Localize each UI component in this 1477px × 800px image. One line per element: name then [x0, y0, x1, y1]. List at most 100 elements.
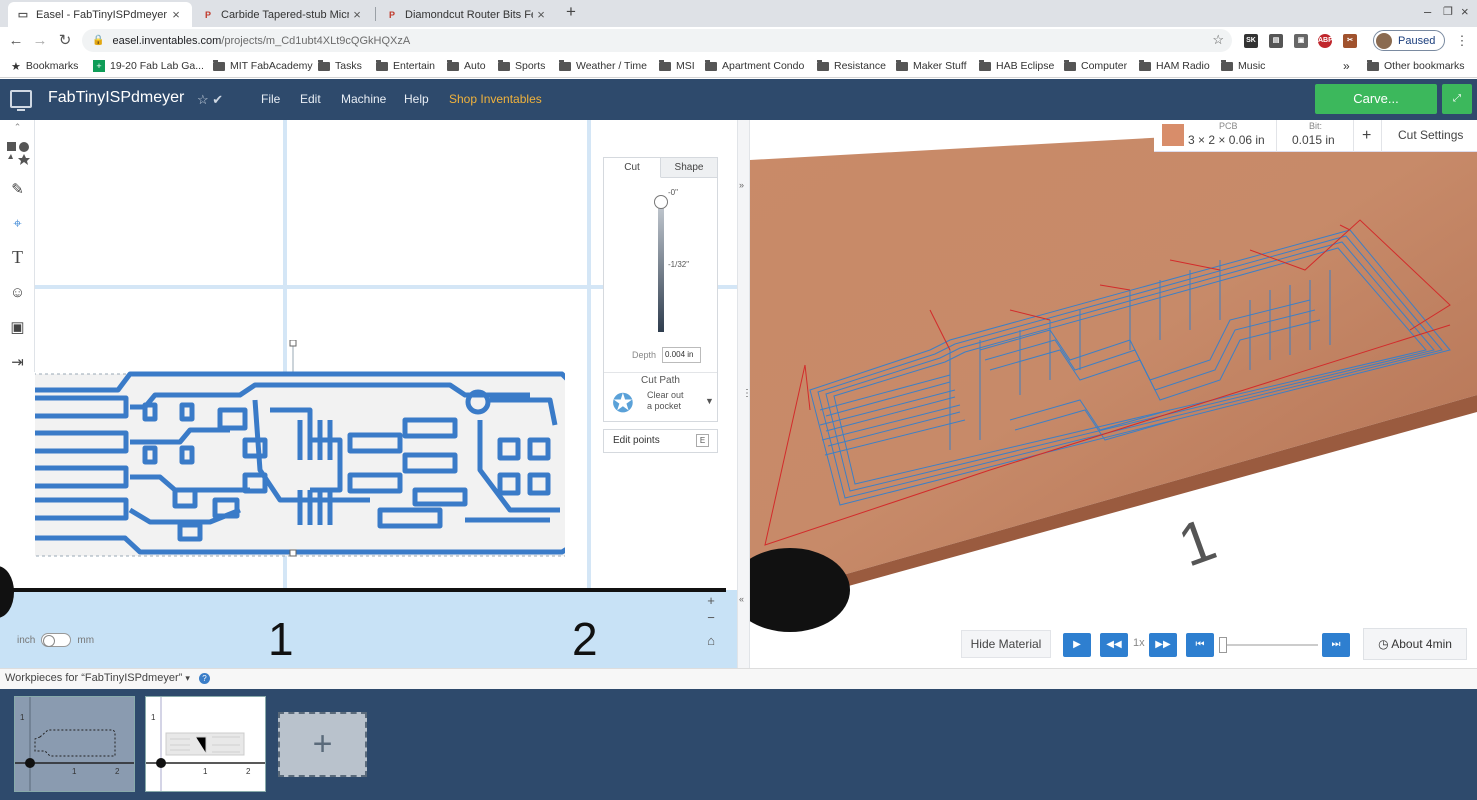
skip-start-icon[interactable]: ⏮: [1186, 633, 1214, 657]
cut-panel-tabs: Cut Shape: [604, 158, 717, 178]
depth-slider-handle[interactable]: [654, 195, 668, 209]
menu-machine[interactable]: Machine: [341, 92, 386, 106]
bookmark-folder-entertain[interactable]: Entertain: [376, 58, 435, 74]
bookmark-folder-computer[interactable]: Computer: [1064, 58, 1127, 74]
close-icon[interactable]: ×: [168, 7, 184, 22]
bookmark-folder-ham[interactable]: HAM Radio: [1139, 58, 1210, 74]
tab-cut[interactable]: Cut: [604, 158, 661, 178]
extension-save-icon[interactable]: ▣: [1294, 34, 1308, 48]
bookmark-folder-maker[interactable]: Maker Stuff: [896, 58, 967, 74]
back-icon[interactable]: ←: [6, 31, 26, 51]
text-icon[interactable]: T: [0, 240, 35, 274]
extension-abp-icon[interactable]: ABP: [1318, 34, 1333, 48]
bookmark-folder-sports[interactable]: Sports: [498, 58, 545, 74]
unit-switch[interactable]: [41, 633, 72, 647]
hide-material-button[interactable]: Hide Material: [961, 630, 1051, 658]
depth-input[interactable]: 0.004 in: [662, 347, 701, 363]
address-bar[interactable]: 🔒 easel.inventables.com/projects/m_Cd1ub…: [82, 29, 1232, 52]
close-window-icon[interactable]: ×: [1461, 4, 1469, 19]
fast-forward-icon[interactable]: ▶▶: [1149, 633, 1177, 657]
bookmark-folder-resistance[interactable]: Resistance: [817, 58, 886, 74]
material-selector[interactable]: PCB 3 × 2 × 0.06 in: [1154, 120, 1277, 152]
emoji-icon[interactable]: ☺: [0, 275, 35, 309]
menu-edit[interactable]: Edit: [300, 92, 321, 106]
tab-carbide[interactable]: P Carbide Tapered-stub Micro- ×: [193, 2, 373, 27]
forward-icon[interactable]: →: [30, 31, 50, 51]
menu-shop[interactable]: Shop Inventables: [449, 92, 542, 106]
menu-file[interactable]: File: [261, 92, 280, 106]
bookmarks-overflow-button[interactable]: »: [1343, 58, 1350, 74]
bookmark-bookmarks[interactable]: ★ Bookmarks: [11, 58, 78, 74]
skip-end-icon[interactable]: ⏭: [1322, 633, 1350, 657]
depth-slider[interactable]: [658, 198, 664, 332]
menu-help[interactable]: Help: [404, 92, 429, 106]
minimize-icon[interactable]: –: [1424, 4, 1431, 19]
simulation-slider-handle[interactable]: [1219, 637, 1227, 653]
rewind-icon[interactable]: ◀◀: [1100, 633, 1128, 657]
carve-button[interactable]: Carve...: [1315, 84, 1437, 114]
add-workpiece-button[interactable]: +: [278, 712, 367, 777]
bookmark-folder-fabacademy[interactable]: MIT FabAcademy: [213, 58, 313, 74]
url-host: easel.inventables.com: [112, 34, 222, 47]
help-icon[interactable]: ?: [198, 673, 210, 684]
chevron-down-icon[interactable]: ▾: [185, 673, 190, 683]
shapes-icon[interactable]: [0, 136, 35, 170]
collapse-left-icon[interactable]: «: [739, 594, 744, 604]
box-icon[interactable]: ▣: [0, 310, 35, 344]
crosshair-icon[interactable]: ⌖: [0, 206, 35, 240]
collapse-icon[interactable]: ⌃: [0, 120, 35, 134]
import-icon[interactable]: ⇥: [0, 345, 35, 379]
bookmark-folder-auto[interactable]: Auto: [447, 58, 486, 74]
workpiece-thumbnail-selected[interactable]: 1 1 2: [145, 696, 266, 792]
bookmark-folder-msi[interactable]: MSI: [659, 58, 695, 74]
carve-preview[interactable]: 1: [750, 120, 1477, 668]
cut-settings-button[interactable]: Cut Settings: [1382, 120, 1477, 152]
cut-path-select[interactable]: Clear out a pocket: [647, 390, 684, 412]
panel-divider[interactable]: » ⋮ «: [737, 120, 752, 668]
collapse-right-icon[interactable]: »: [739, 180, 744, 190]
bookmark-folder-music[interactable]: Music: [1221, 58, 1265, 74]
other-bookmarks[interactable]: Other bookmarks: [1367, 58, 1465, 74]
reload-icon[interactable]: ↻: [55, 31, 75, 51]
zoom-out-button[interactable]: −: [703, 610, 719, 626]
zoom-in-button[interactable]: +: [703, 593, 719, 609]
play-icon[interactable]: ▶: [1063, 633, 1091, 657]
add-bit-button[interactable]: +: [1354, 120, 1382, 152]
simulation-slider[interactable]: [1222, 644, 1318, 646]
star-pocket-icon[interactable]: ✪: [612, 388, 634, 419]
new-tab-button[interactable]: +: [566, 2, 576, 22]
close-icon[interactable]: ×: [349, 7, 365, 22]
folder-icon: [447, 59, 459, 71]
project-title[interactable]: FabTinyISPdmeyer: [48, 89, 184, 107]
edit-points-button[interactable]: Edit points E: [603, 429, 718, 453]
home-icon[interactable]: ⌂: [703, 633, 719, 649]
bookmark-folder-weather[interactable]: Weather / Time: [559, 58, 647, 74]
bookmark-star-icon[interactable]: ☆: [1212, 32, 1224, 48]
pen-icon[interactable]: ✎: [0, 172, 35, 206]
favorite-star-icon[interactable]: ☆ ✔: [197, 92, 223, 108]
extension-tools-icon[interactable]: ✂: [1343, 34, 1357, 48]
bookmark-folder-hab[interactable]: HAB Eclipse: [979, 58, 1054, 74]
close-icon[interactable]: ×: [533, 7, 549, 22]
workpiece-thumbnail[interactable]: 1 1 2: [14, 696, 135, 792]
tab-diamondcut[interactable]: P Diamondcut Router Bits Feed ×: [377, 2, 557, 27]
pcb-design[interactable]: [35, 340, 565, 560]
chevron-down-icon[interactable]: ▼: [705, 396, 714, 406]
workpieces-label[interactable]: Workpieces for “FabTinyISPdmeyer”: [5, 672, 182, 684]
browser-menu-icon[interactable]: ⋮: [1452, 31, 1472, 51]
extension-sk-icon[interactable]: SK: [1244, 34, 1258, 48]
unit-toggle[interactable]: inch mm: [17, 633, 94, 647]
tab-shape[interactable]: Shape: [661, 158, 717, 178]
bookmark-folder-apartment[interactable]: Apartment Condo: [705, 58, 804, 74]
tab-easel[interactable]: ▭ Easel - FabTinyISPdmeyer ×: [8, 2, 192, 27]
time-estimate-button[interactable]: ◷ About 4min: [1363, 628, 1467, 660]
maximize-icon[interactable]: ❐: [1443, 5, 1453, 18]
fullscreen-icon[interactable]: ⤢: [1442, 84, 1472, 114]
easel-logo-icon[interactable]: [10, 90, 32, 111]
extension-screen-icon[interactable]: ▤: [1269, 34, 1283, 48]
bookmark-folder-tasks[interactable]: Tasks: [318, 58, 362, 74]
grid-line: [587, 120, 591, 590]
bookmark-fablab[interactable]: +19-20 Fab Lab Ga...: [93, 58, 204, 74]
bit-selector[interactable]: Bit: 0.015 in: [1277, 120, 1354, 152]
profile-button[interactable]: Paused: [1373, 30, 1445, 51]
